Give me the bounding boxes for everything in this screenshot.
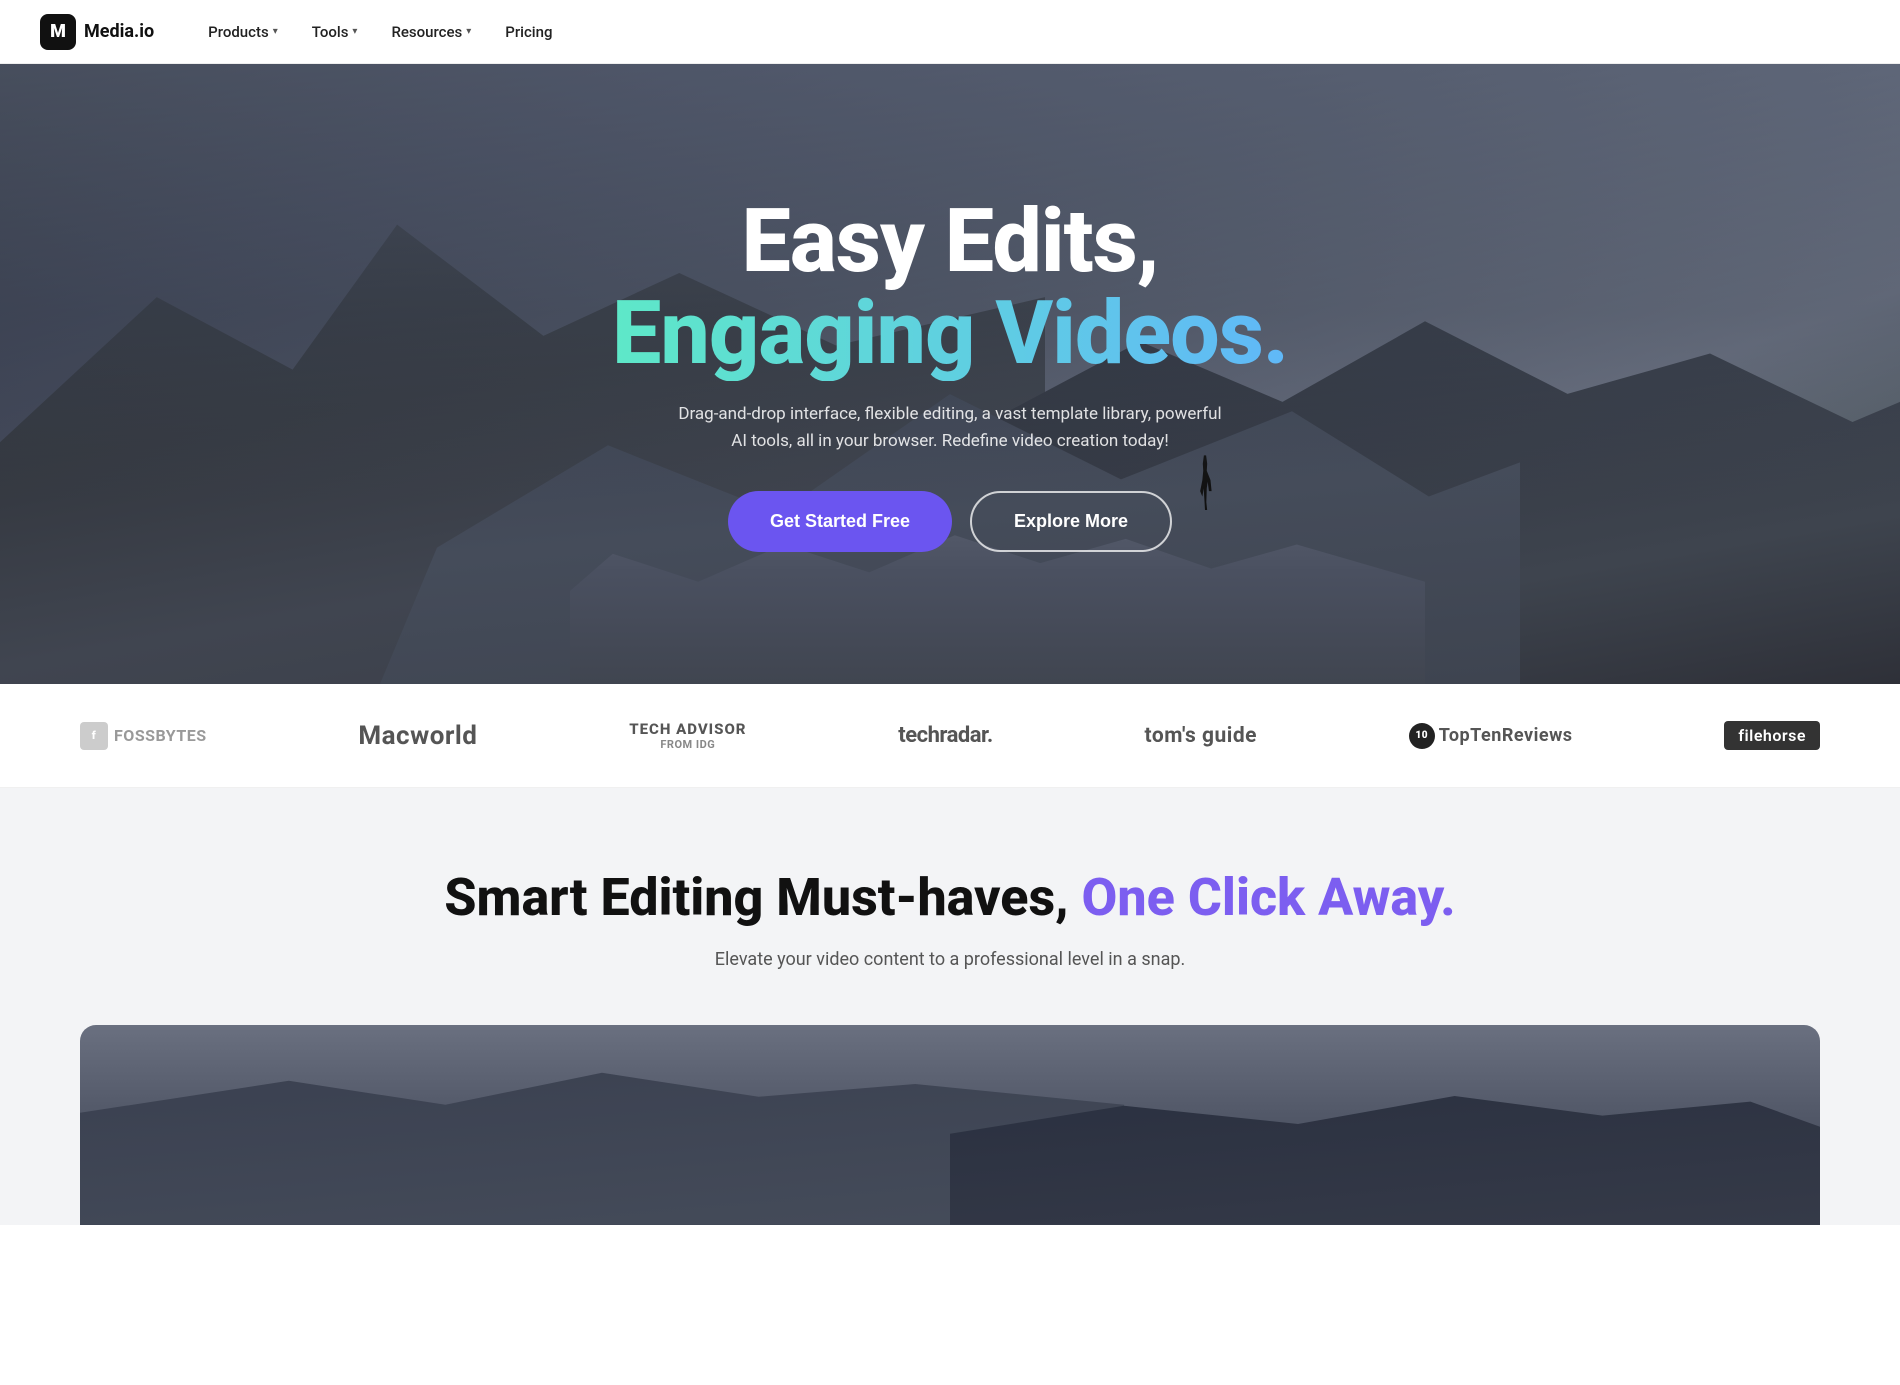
logo-name: Media.io <box>84 21 154 42</box>
macworld-logo: Macworld <box>358 721 477 751</box>
logo-link[interactable]: M Media.io <box>40 14 154 50</box>
hero-buttons: Get Started Free Explore More <box>612 491 1288 552</box>
tomsguide-logo: tom's guide <box>1145 724 1257 748</box>
nav-products[interactable]: Products ▾ <box>194 15 292 49</box>
smart-section: Smart Editing Must-haves, One Click Away… <box>0 788 1900 1225</box>
hero-section: Easy Edits, Engaging Videos. Drag-and-dr… <box>0 64 1900 684</box>
techadviser-logo: TECH ADVISOR FROM IDG <box>629 720 746 751</box>
fossbytes-icon: f <box>80 722 108 750</box>
fossbytes-logo: f FOSSBYTES <box>80 722 207 750</box>
chevron-down-icon: ▾ <box>273 26 278 37</box>
chevron-down-icon: ▾ <box>352 26 357 37</box>
smart-title-accent: One Click Away. <box>1082 867 1456 928</box>
chevron-down-icon: ▾ <box>466 26 471 37</box>
smart-section-subtitle: Elevate your video content to a professi… <box>80 946 1820 975</box>
nav-tools[interactable]: Tools ▾ <box>298 15 372 49</box>
hero-content: Easy Edits, Engaging Videos. Drag-and-dr… <box>592 196 1308 552</box>
techradar-logo: techradar. <box>898 723 993 748</box>
explore-more-button[interactable]: Explore More <box>970 491 1172 552</box>
nav-links: Products ▾ Tools ▾ Resources ▾ Pricing <box>194 15 566 49</box>
hero-title-line1: Easy Edits, <box>612 196 1288 288</box>
nav-pricing[interactable]: Pricing <box>491 15 566 49</box>
hero-title-line2: Engaging Videos. <box>612 288 1288 380</box>
hero-subtitle: Drag-and-drop interface, flexible editin… <box>670 401 1230 455</box>
filehorse-logo: filehorse <box>1724 721 1820 750</box>
press-bar: f FOSSBYTES Macworld TECH ADVISOR FROM I… <box>0 684 1900 788</box>
smart-section-title: Smart Editing Must-haves, One Click Away… <box>80 868 1820 928</box>
main-nav: M Media.io Products ▾ Tools ▾ Resources … <box>0 0 1900 64</box>
nav-resources[interactable]: Resources ▾ <box>377 15 485 49</box>
toptenreviews-logo: 10 TopTenReviews <box>1409 723 1573 749</box>
smart-preview-area <box>80 1025 1820 1225</box>
get-started-button[interactable]: Get Started Free <box>728 491 952 552</box>
logo-icon: M <box>40 14 76 50</box>
